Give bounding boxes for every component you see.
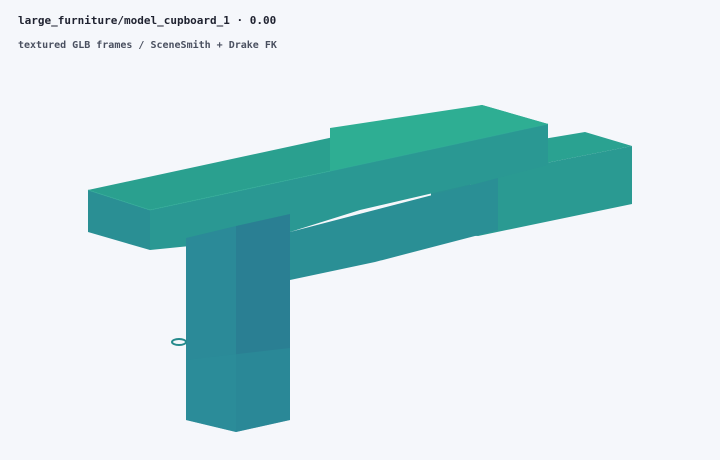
cupboard-render[interactable]: [0, 0, 720, 460]
viewer-canvas[interactable]: large_furniture/model_cupboard_1 · 0.00 …: [0, 0, 720, 460]
cupboard-leg-lower-shade: [186, 348, 290, 432]
viewer-title: large_furniture/model_cupboard_1 · 0.00: [18, 14, 277, 27]
cupboard-handle[interactable]: [171, 338, 187, 346]
viewer-subtitle: textured GLB frames / SceneSmith + Drake…: [18, 40, 277, 51]
